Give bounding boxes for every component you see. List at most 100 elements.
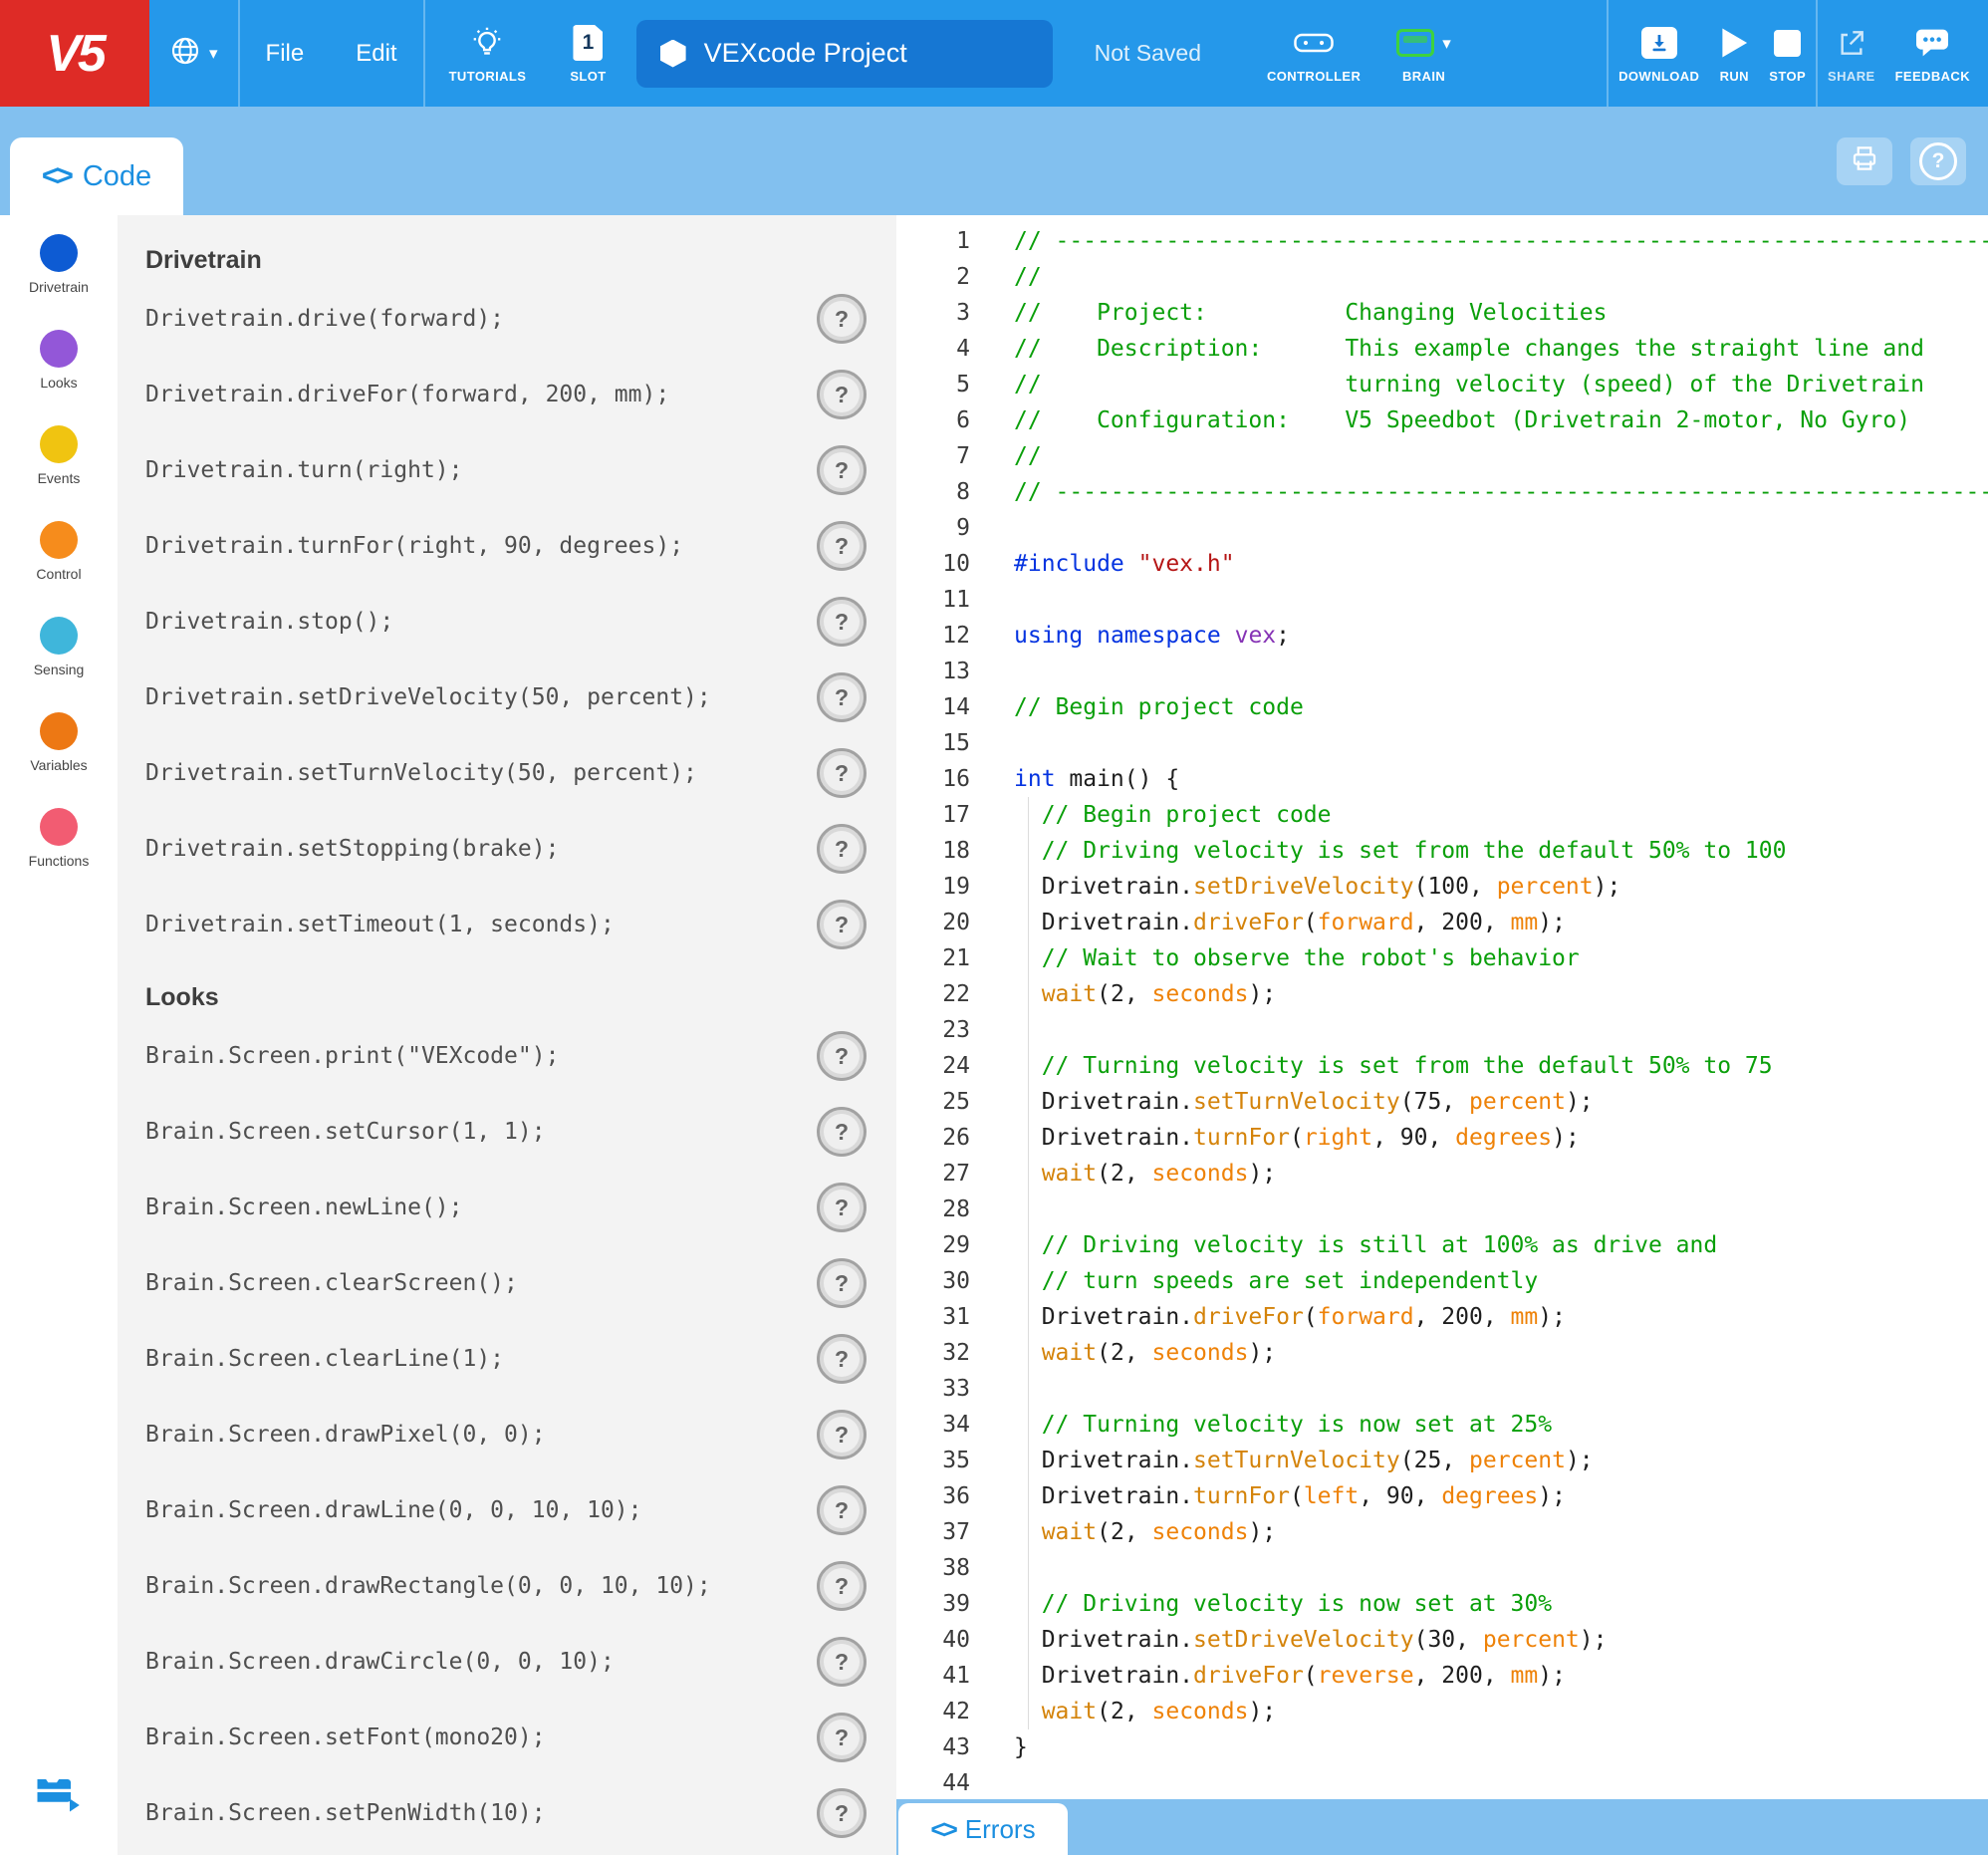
code-line[interactable]: 13 xyxy=(906,654,1988,689)
command-row[interactable]: Brain.Screen.setFont(mono20);? xyxy=(118,1700,896,1775)
project-name-field[interactable]: VEXcode Project xyxy=(635,19,1053,88)
command-row[interactable]: Drivetrain.drive(forward);? xyxy=(118,281,896,357)
code-line[interactable]: 27 wait(2, seconds); xyxy=(906,1156,1988,1192)
download-button[interactable]: DOWNLOAD xyxy=(1609,0,1709,107)
code-line[interactable]: 36 Drivetrain.turnFor(left, 90, degrees)… xyxy=(906,1478,1988,1514)
code-line[interactable]: 9 xyxy=(906,510,1988,546)
command-help-button[interactable]: ? xyxy=(817,1788,867,1838)
code-line[interactable]: 26 Drivetrain.turnFor(right, 90, degrees… xyxy=(906,1120,1988,1156)
command-help-button[interactable]: ? xyxy=(817,1183,867,1232)
command-help-button[interactable]: ? xyxy=(817,900,867,949)
code-line[interactable]: 4 // Description: This example changes th… xyxy=(906,331,1988,367)
command-help-button[interactable]: ? xyxy=(817,445,867,495)
command-help-button[interactable]: ? xyxy=(817,1334,867,1384)
tutorials-button[interactable]: TUTORIALS xyxy=(439,0,537,107)
code-line[interactable]: 2 // xyxy=(906,259,1988,295)
command-row[interactable]: Drivetrain.setStopping(brake);? xyxy=(118,811,896,887)
language-menu-button[interactable]: ▾ xyxy=(149,0,238,107)
code-line[interactable]: 5 // turning velocity (speed) of the Driv… xyxy=(906,367,1988,402)
code-line[interactable]: 34 // Turning velocity is now set at 25% xyxy=(906,1407,1988,1443)
sidebar-item-drivetrain[interactable]: Drivetrain xyxy=(0,234,118,296)
code-line[interactable]: 38 xyxy=(906,1550,1988,1586)
code-line[interactable]: 18 // Driving velocity is set from the d… xyxy=(906,833,1988,869)
command-help-button[interactable]: ? xyxy=(817,1410,867,1459)
command-help-button[interactable]: ? xyxy=(817,597,867,647)
command-row[interactable]: Brain.Screen.newLine();? xyxy=(118,1170,896,1245)
command-help-button[interactable]: ? xyxy=(817,748,867,798)
command-row[interactable]: Brain.Screen.setCursor(1, 1);? xyxy=(118,1094,896,1170)
code-line[interactable]: 24 // Turning velocity is set from the d… xyxy=(906,1048,1988,1084)
command-row[interactable]: Drivetrain.stop();? xyxy=(118,584,896,660)
tab-errors[interactable]: <> Errors xyxy=(898,1803,1068,1855)
command-row[interactable]: Brain.Screen.drawPixel(0, 0);? xyxy=(118,1397,896,1472)
code-line[interactable]: 8 // ------------------------------------… xyxy=(906,474,1988,510)
stop-button[interactable]: STOP xyxy=(1759,0,1816,107)
code-line[interactable]: 16 int main() { xyxy=(906,761,1988,797)
code-line[interactable]: 1 // ------------------------------------… xyxy=(906,223,1988,259)
command-row[interactable]: Brain.Screen.drawRectangle(0, 0, 10, 10)… xyxy=(118,1548,896,1624)
sidebar-item-sensing[interactable]: Sensing xyxy=(0,617,118,678)
command-help-button[interactable]: ? xyxy=(817,1031,867,1081)
share-button[interactable]: SHARE xyxy=(1818,0,1885,107)
sidebar-item-variables[interactable]: Variables xyxy=(0,712,118,774)
sidebar-item-control[interactable]: Control xyxy=(0,521,118,583)
code-editor[interactable]: 1 // ------------------------------------… xyxy=(896,215,1988,1855)
file-menu[interactable]: File xyxy=(240,0,331,107)
controller-button[interactable]: CONTROLLER xyxy=(1257,0,1370,107)
print-button[interactable] xyxy=(1837,136,1892,185)
code-line[interactable]: 14 // Begin project code xyxy=(906,689,1988,725)
code-line[interactable]: 29 // Driving velocity is still at 100% … xyxy=(906,1227,1988,1263)
code-line[interactable]: 10 #include "vex.h" xyxy=(906,546,1988,582)
code-line[interactable]: 40 Drivetrain.setDriveVelocity(30, perce… xyxy=(906,1622,1988,1658)
code-line[interactable]: 15 xyxy=(906,725,1988,761)
code-line[interactable]: 6 // Configuration: V5 Speedbot (Drivetra… xyxy=(906,402,1988,438)
code-line[interactable]: 23 xyxy=(906,1012,1988,1048)
tab-code[interactable]: <> Code xyxy=(10,137,183,215)
command-help-button[interactable]: ? xyxy=(817,294,867,344)
blocks-view-toggle[interactable] xyxy=(28,1765,86,1823)
code-line[interactable]: 30 // turn speeds are set independently xyxy=(906,1263,1988,1299)
code-line[interactable]: 19 Drivetrain.setDriveVelocity(100, perc… xyxy=(906,869,1988,905)
command-row[interactable]: Drivetrain.setTimeout(1, seconds);? xyxy=(118,887,896,962)
brain-button[interactable]: ▾ BRAIN xyxy=(1386,0,1461,107)
code-line[interactable]: 22 wait(2, seconds); xyxy=(906,976,1988,1012)
code-line[interactable]: 20 Drivetrain.driveFor(forward, 200, mm)… xyxy=(906,905,1988,940)
code-line[interactable]: 7 // xyxy=(906,438,1988,474)
code-line[interactable]: 25 Drivetrain.setTurnVelocity(75, percen… xyxy=(906,1084,1988,1120)
command-row[interactable]: Drivetrain.turnFor(right, 90, degrees);? xyxy=(118,508,896,584)
command-help-button[interactable]: ? xyxy=(817,521,867,571)
command-row[interactable]: Brain.Screen.clearScreen();? xyxy=(118,1245,896,1321)
code-line[interactable]: 12 using namespace vex; xyxy=(906,618,1988,654)
code-line[interactable]: 21 // Wait to observe the robot's behavi… xyxy=(906,940,1988,976)
code-line[interactable]: 42 wait(2, seconds); xyxy=(906,1694,1988,1729)
sidebar-item-looks[interactable]: Looks xyxy=(0,330,118,392)
code-line[interactable]: 41 Drivetrain.driveFor(reverse, 200, mm)… xyxy=(906,1658,1988,1694)
sidebar-item-events[interactable]: Events xyxy=(0,425,118,487)
command-help-button[interactable]: ? xyxy=(817,1637,867,1687)
code-line[interactable]: 28 xyxy=(906,1192,1988,1227)
command-help-button[interactable]: ? xyxy=(817,1258,867,1308)
command-row[interactable]: Drivetrain.setTurnVelocity(50, percent);… xyxy=(118,735,896,811)
command-row[interactable]: Brain.Screen.drawLine(0, 0, 10, 10);? xyxy=(118,1472,896,1548)
command-help-button[interactable]: ? xyxy=(817,1107,867,1157)
slot-button[interactable]: 1 SLOT xyxy=(560,0,616,107)
help-button[interactable]: ? xyxy=(1910,136,1966,185)
command-row[interactable]: Brain.Screen.print("VEXcode");? xyxy=(118,1018,896,1094)
code-line[interactable]: 3 // Project: Changing Velocities xyxy=(906,295,1988,331)
command-help-button[interactable]: ? xyxy=(817,370,867,419)
code-line[interactable]: 37 wait(2, seconds); xyxy=(906,1514,1988,1550)
code-line[interactable]: 11 xyxy=(906,582,1988,618)
code-line[interactable]: 33 xyxy=(906,1371,1988,1407)
command-help-button[interactable]: ? xyxy=(817,1713,867,1762)
edit-menu[interactable]: Edit xyxy=(330,0,422,107)
command-row[interactable]: Brain.Screen.drawCircle(0, 0, 10);? xyxy=(118,1624,896,1700)
code-line[interactable]: 44 xyxy=(906,1765,1988,1801)
code-line[interactable]: 17 // Begin project code xyxy=(906,797,1988,833)
feedback-button[interactable]: FEEDBACK xyxy=(1885,0,1980,107)
command-help-button[interactable]: ? xyxy=(817,824,867,874)
sidebar-item-functions[interactable]: Functions xyxy=(0,808,118,870)
command-help-button[interactable]: ? xyxy=(817,1561,867,1611)
command-row[interactable]: Brain.Screen.clearLine(1);? xyxy=(118,1321,896,1397)
command-help-button[interactable]: ? xyxy=(817,1485,867,1535)
code-line[interactable]: 32 wait(2, seconds); xyxy=(906,1335,1988,1371)
